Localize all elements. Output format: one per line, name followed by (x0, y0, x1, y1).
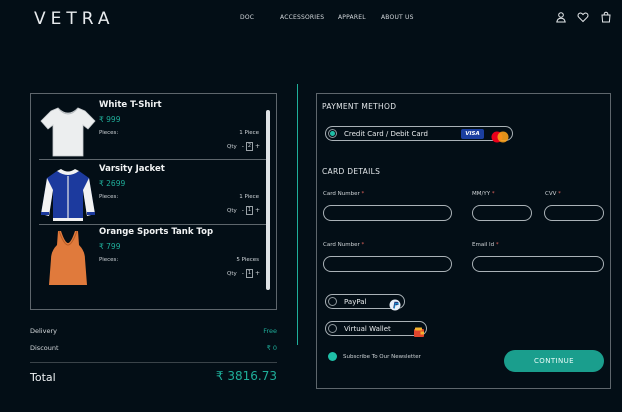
pieces-label: Pieces: (99, 257, 119, 263)
pieces-label: Pieces: (99, 194, 119, 200)
credit-card-option-label: Credit Card / Debit Card (344, 129, 428, 138)
nav-accessories[interactable]: ACCESSORIES (280, 14, 324, 21)
email-label: Email Id * (472, 242, 499, 248)
qty-decrease-button[interactable]: - (242, 143, 244, 150)
mastercard-icon (490, 128, 510, 143)
quantity-stepper: Qty - 1 + (227, 206, 260, 215)
wallet-icon (413, 323, 425, 337)
pieces-value: 5 Pieces (236, 257, 259, 263)
shopping-bag-icon[interactable] (600, 11, 612, 23)
discount-value: ₹ 0 (266, 344, 277, 352)
item-price: ₹ 2699 (99, 179, 126, 188)
quantity-stepper: Qty - 2 + (227, 142, 260, 151)
item-name: White T-Shirt (99, 100, 162, 110)
newsletter-checkbox[interactable] (328, 352, 337, 361)
quantity-stepper: Qty - 1 + (227, 269, 260, 278)
item-divider (39, 159, 267, 160)
pieces-label: Pieces: (99, 130, 119, 136)
card-number-label: Card Number * (323, 191, 365, 197)
cart-item-varsity-jacket: Varsity Jacket ₹ 2699 Pieces: 1 Piece Qt… (39, 164, 267, 227)
qty-increase-button[interactable]: + (255, 143, 260, 150)
vertical-divider (297, 84, 298, 345)
nav-about-us[interactable]: ABOUT US (381, 14, 414, 21)
qty-decrease-button[interactable]: - (242, 270, 244, 277)
qty-decrease-button[interactable]: - (242, 207, 244, 214)
paypal-option-label: PayPal (344, 297, 367, 306)
paypal-icon (389, 296, 401, 311)
qty-increase-button[interactable]: + (255, 270, 260, 277)
nav-apparel[interactable]: APPAREL (338, 14, 366, 21)
visa-icon: VISA (461, 129, 484, 139)
expiry-input[interactable] (472, 205, 532, 221)
total-label: Total (30, 371, 56, 384)
heart-icon[interactable] (577, 11, 589, 23)
qty-label: Qty (227, 143, 237, 150)
card-details-title: CARD DETAILS (322, 167, 381, 176)
card-number-input[interactable] (323, 205, 452, 221)
continue-button[interactable]: CONTINUE (504, 350, 604, 372)
item-name: Varsity Jacket (99, 164, 165, 174)
brand-logo[interactable]: VETRA (34, 9, 115, 29)
qty-increase-button[interactable]: + (255, 207, 260, 214)
card-number-input-2[interactable] (323, 256, 452, 272)
cart-item-orange-tank-top: Orange Sports Tank Top ₹ 799 Pieces: 5 P… (39, 227, 267, 290)
item-divider (39, 224, 267, 225)
cvv-label: CVV * (545, 191, 561, 197)
credit-card-option[interactable]: Credit Card / Debit Card (325, 126, 513, 141)
newsletter-label: Subscribe To Our Newsletter (343, 354, 421, 360)
qty-label: Qty (227, 270, 237, 277)
radio-unselected-icon[interactable] (328, 297, 337, 306)
user-icon[interactable] (555, 11, 567, 23)
cart-panel: White T-Shirt ₹ 999 Pieces: 1 Piece Qty … (30, 93, 277, 310)
mmyy-label: MM/YY * (472, 191, 495, 197)
varsity-jacket-image (39, 166, 97, 224)
qty-value[interactable]: 1 (245, 206, 253, 215)
pieces-value: 1 Piece (239, 194, 259, 200)
virtual-wallet-option[interactable]: Virtual Wallet (325, 321, 427, 336)
qty-value[interactable]: 1 (245, 269, 253, 278)
card-number-label-2: Card Number * (323, 242, 365, 248)
discount-label: Discount (30, 344, 59, 352)
email-input[interactable] (472, 256, 604, 272)
total-divider (30, 362, 277, 363)
radio-unselected-icon[interactable] (328, 324, 337, 333)
total-value: ₹ 3816.73 (215, 369, 277, 383)
item-name: Orange Sports Tank Top (99, 227, 214, 237)
item-price: ₹ 999 (99, 115, 121, 124)
cart-item-white-tshirt: White T-Shirt ₹ 999 Pieces: 1 Piece Qty … (39, 100, 267, 163)
item-price: ₹ 799 (99, 242, 121, 251)
delivery-label: Delivery (30, 327, 57, 335)
qty-value[interactable]: 2 (245, 142, 253, 151)
radio-selected-icon[interactable] (328, 129, 337, 138)
delivery-value: Free (263, 327, 277, 335)
orange-tank-top-image (39, 229, 97, 287)
cart-scrollbar[interactable] (266, 110, 270, 290)
virtual-wallet-option-label: Virtual Wallet (344, 324, 391, 333)
qty-label: Qty (227, 207, 237, 214)
pieces-value: 1 Piece (239, 130, 259, 136)
payment-method-title: PAYMENT METHOD (322, 102, 397, 111)
nav-doc[interactable]: DOC (240, 14, 254, 21)
cvv-input[interactable] (544, 205, 604, 221)
white-tshirt-image (39, 102, 97, 160)
